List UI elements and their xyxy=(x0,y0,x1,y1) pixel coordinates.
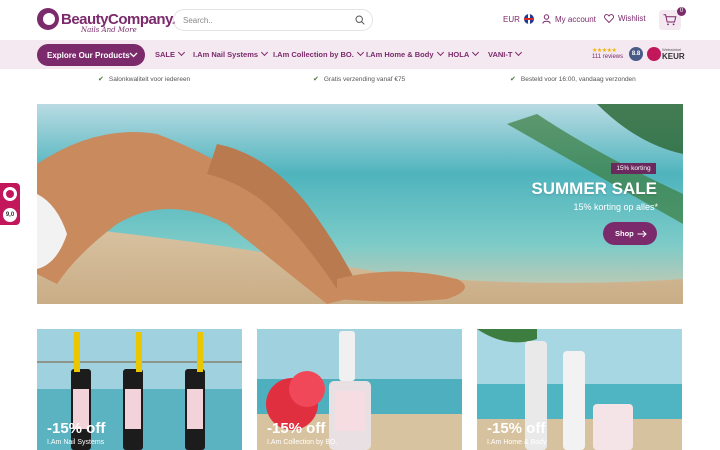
review-score-badge: 8.8 xyxy=(629,47,643,61)
uk-flag-icon xyxy=(523,14,534,24)
nav-item-label: I.Am Home & Body xyxy=(366,50,434,59)
webwinkelkeur-logo[interactable]: Webwinkel KEUR xyxy=(647,46,685,64)
nav-item-label: I.Am Collection by BO. xyxy=(273,50,354,59)
card-discount: -15% off xyxy=(487,420,546,437)
hero-title: SUMMER SALE xyxy=(531,179,657,198)
logo-mark-icon xyxy=(37,8,59,30)
usp-item: ✔ Salonkwaliteit voor iedereen xyxy=(98,75,191,84)
brand-logo[interactable]: BeautyCompany. Nails And More xyxy=(37,8,176,34)
side-score: 9,0 xyxy=(3,208,17,222)
usp-text: Gratis verzending vanaf €75 xyxy=(323,75,406,83)
currency-label: EUR xyxy=(503,14,520,24)
category-card-nail-systems[interactable]: -15% off I.Am Nail Systems xyxy=(37,329,242,450)
search-input[interactable] xyxy=(183,13,343,27)
chevron-down-icon xyxy=(260,48,269,57)
chevron-down-icon xyxy=(356,48,364,57)
card-label: I.Am Collection by BO. xyxy=(267,439,338,446)
search-bar xyxy=(173,9,373,31)
shop-button[interactable]: Shop xyxy=(603,222,657,245)
nav-item-label: SALE xyxy=(155,50,176,59)
nav-item-nail-systems[interactable]: I.Am Nail Systems xyxy=(193,48,269,59)
hero-subtitle: 15% korting op alles* xyxy=(573,202,658,212)
usp-text: Salonkwaliteit voor iedereen xyxy=(108,75,191,83)
category-card-home-body[interactable]: -15% off I.Am Home & Body xyxy=(477,329,682,450)
account-link[interactable]: My account xyxy=(542,14,596,24)
nav-item-hola[interactable]: HOLA xyxy=(448,48,480,59)
chevron-down-icon xyxy=(177,48,186,57)
arrow-right-icon xyxy=(637,230,647,238)
cart-count-badge: 0 xyxy=(677,7,686,16)
review-count: 111 reviews xyxy=(592,54,624,60)
wishlist-label: Wishlist xyxy=(618,14,646,23)
check-icon: ✔ xyxy=(510,76,516,83)
card-label: I.Am Home & Body xyxy=(487,439,547,446)
check-icon: ✔ xyxy=(313,76,319,83)
chevron-down-icon xyxy=(515,48,523,57)
shop-label: Shop xyxy=(615,229,634,238)
search-icon[interactable] xyxy=(355,15,365,25)
review-side-widget[interactable]: 9,0 xyxy=(0,183,20,225)
nav-item-vani-t[interactable]: VANI-T xyxy=(488,48,523,59)
star-rating-icon: ★★★★★ xyxy=(592,48,617,54)
category-card-collection-bo[interactable]: -15% off I.Am Collection by BO. xyxy=(257,329,462,450)
nav-item-label: VANI-T xyxy=(488,50,513,59)
heart-icon xyxy=(604,14,614,23)
review-rating[interactable]: ★★★★★ 111 reviews xyxy=(592,47,628,63)
chevron-down-icon xyxy=(436,48,444,57)
discount-badge: 15% korting xyxy=(611,163,656,174)
card-label: I.Am Nail Systems xyxy=(47,439,105,446)
account-label: My account xyxy=(555,14,596,24)
cart-icon xyxy=(663,14,677,26)
usp-text: Besteld voor 16:00, vandaag verzonden xyxy=(520,75,636,83)
explore-label: Explore Our Products xyxy=(47,50,130,60)
keur-check-icon xyxy=(647,47,661,61)
usp-item: ✔ Besteld voor 16:00, vandaag verzonden xyxy=(510,75,636,84)
nav-item-home-body[interactable]: I.Am Home & Body xyxy=(366,48,444,59)
nav-item-label: I.Am Nail Systems xyxy=(193,50,259,59)
wishlist-link[interactable]: Wishlist xyxy=(604,14,646,23)
usp-item: ✔ Gratis verzending vanaf €75 xyxy=(313,75,406,84)
nav-item-label: HOLA xyxy=(448,50,470,59)
card-discount: -15% off xyxy=(267,420,326,437)
nav-item-sale[interactable]: SALE xyxy=(155,48,186,59)
user-icon xyxy=(542,14,551,24)
currency-selector[interactable]: EUR xyxy=(503,14,534,24)
check-icon: ✔ xyxy=(98,76,104,83)
keur-check-icon xyxy=(3,187,17,201)
keur-label: KEUR xyxy=(662,52,685,61)
brand-tagline: Nails And More xyxy=(81,26,137,34)
chevron-down-icon xyxy=(472,48,480,57)
chevron-down-icon xyxy=(129,52,138,58)
nav-item-collection-bo[interactable]: I.Am Collection by BO. xyxy=(273,48,364,59)
card-discount: -15% off xyxy=(47,420,106,437)
